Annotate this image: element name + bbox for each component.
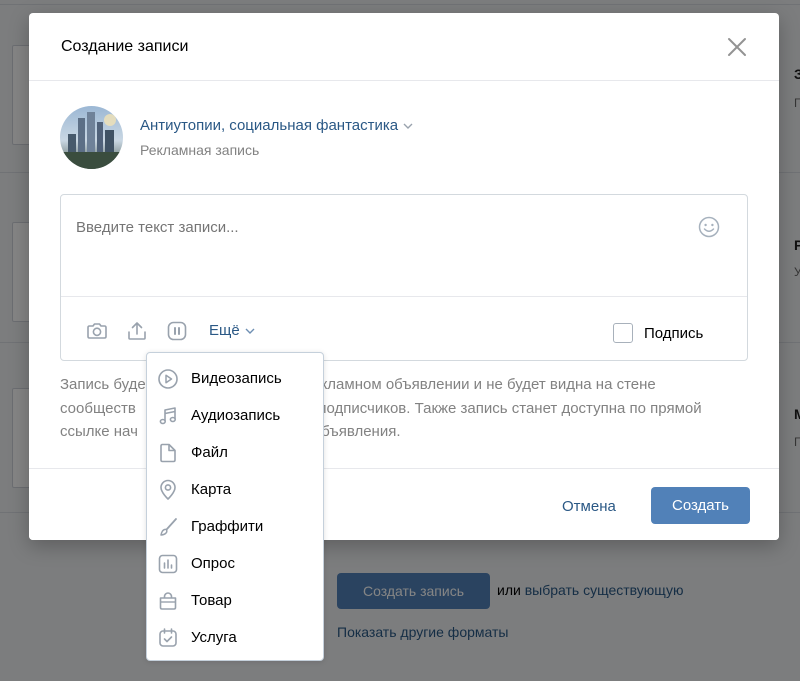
more-attachments-button[interactable]: Ещё [209, 322, 255, 339]
chevron-down-icon [245, 328, 255, 334]
emoji-icon[interactable] [697, 215, 721, 239]
info-line: Запись буде [60, 376, 146, 393]
upload-icon[interactable] [125, 319, 149, 343]
menu-item-label: Файл [191, 444, 228, 461]
author-name: Антиутопии, социальная фантастика [140, 117, 399, 134]
menu-item-label: Аудиозапись [191, 407, 281, 424]
signature-label: Подпись [644, 324, 704, 342]
info-line: ссылке нач [60, 423, 138, 440]
video-icon [158, 368, 178, 389]
menu-item-label: Товар [191, 592, 232, 609]
modal-header: Создание записи [29, 13, 779, 81]
brush-icon [160, 517, 177, 536]
create-post-modal: Создание записи Антиутопии, социальная ф… [29, 13, 779, 540]
menu-item-poll[interactable]: Опрос [147, 545, 323, 582]
signature-toggle[interactable]: Подпись [613, 323, 703, 343]
menu-item-graffiti[interactable]: Граффити [147, 508, 323, 545]
menu-item-map[interactable]: Карта [147, 471, 323, 508]
post-author: Антиутопии, социальная фантастика Реклам… [60, 106, 413, 169]
service-icon [159, 627, 177, 647]
post-editor: Ещё Подпись [60, 194, 748, 361]
attachments-dropdown: Видеозапись Аудиозапись Файл Карта Графф… [146, 352, 324, 661]
menu-item-video[interactable]: Видеозапись [147, 360, 323, 397]
cancel-button[interactable]: Отмена [562, 498, 616, 515]
close-icon[interactable] [725, 35, 749, 59]
post-text-input[interactable] [76, 219, 676, 236]
info-line: сообществ [60, 399, 136, 417]
info-line: е подписчиков. Также запись станет досту… [305, 399, 702, 417]
menu-item-product[interactable]: Товар [147, 582, 323, 619]
signature-checkbox[interactable] [613, 323, 633, 343]
menu-item-label: Граффити [191, 518, 264, 535]
menu-item-label: Карта [191, 481, 232, 498]
editor-divider [61, 296, 747, 297]
map-pin-icon [160, 479, 176, 500]
author-type: Рекламная запись [140, 142, 260, 158]
file-icon [160, 443, 176, 462]
menu-item-service[interactable]: Услуга [147, 619, 323, 656]
modal-title: Создание записи [61, 37, 189, 55]
create-button[interactable]: Создать [651, 487, 750, 524]
music-icon [159, 406, 176, 424]
modal-footer: Отмена Создать [29, 468, 779, 540]
more-label: Ещё [209, 322, 240, 339]
author-selector[interactable]: Антиутопии, социальная фантастика [140, 117, 413, 134]
info-line: объявления. [312, 423, 401, 440]
menu-item-audio[interactable]: Аудиозапись [147, 397, 323, 434]
bag-icon [159, 591, 177, 610]
camera-icon[interactable] [85, 319, 109, 343]
chevron-down-icon [403, 123, 413, 129]
info-line: в рекламном объявлении и не будет видна … [291, 376, 656, 393]
menu-item-label: Услуга [191, 629, 237, 646]
avatar[interactable] [60, 106, 123, 169]
menu-item-label: Видеозапись [191, 370, 282, 387]
clips-icon[interactable] [165, 319, 189, 343]
poll-icon [158, 554, 178, 573]
menu-item-file[interactable]: Файл [147, 434, 323, 471]
menu-item-label: Опрос [191, 555, 235, 572]
